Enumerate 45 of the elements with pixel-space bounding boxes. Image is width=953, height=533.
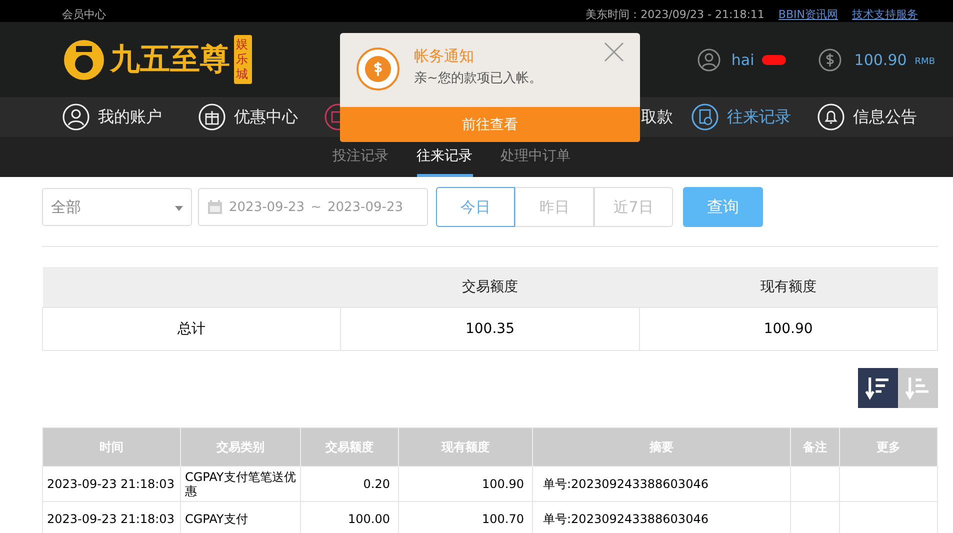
column-header: 现有额度 [639,267,938,308]
member-center-label: 会员中心 [62,8,106,22]
calendar-icon [207,199,223,215]
table-cell: 100.00 [348,512,390,526]
top-link[interactable]: BBIN资讯网 [778,8,838,22]
table-cell: 100.35 [340,308,640,350]
table-cell: CGPAY支付 [185,512,248,526]
column-header: 交易额度 [340,267,640,308]
currency-label: RMB [914,56,935,66]
username: hai [731,50,754,68]
sort-descending-button[interactable] [858,368,898,408]
dollar-icon [818,48,842,72]
table-cell: 100.70 [482,512,524,526]
table-cell: 100.90 [639,308,938,350]
user-icon [697,48,722,72]
table-cell: 单号:202309243388603046 [543,477,708,491]
nav-item[interactable]: 信息公告 [817,103,917,131]
nav-item[interactable]: 我的账户 [62,103,162,131]
type-dropdown[interactable]: 全部 [42,188,192,226]
logo-emblem-icon [62,38,106,82]
table-cell: 2023-09-23 21:18:03 [47,512,174,526]
notification-message: 亲~您的款项已入帐。 [414,70,543,87]
table-cell: 0.20 [363,477,390,491]
top-link[interactable]: 技术支持服务 [852,8,918,22]
table-cell: 100.90 [482,477,524,491]
table-cell: 单号:202309243388603046 [543,512,708,526]
gift-icon [198,103,226,131]
nav-item[interactable]: 优惠中心 [198,103,298,131]
date-range-field[interactable]: 2023-09-23 ~ 2023-09-23 [198,188,428,226]
clipboard-clock-icon [691,103,719,131]
notification-title: 帐务通知 [414,47,475,66]
nav-item[interactable]: 往来记录 [691,103,791,131]
bell-icon [817,103,845,131]
redaction-mark [762,54,786,64]
logo-text: 九五至尊 [110,41,230,79]
balance-amount: 100.90 [854,50,907,68]
range-button[interactable]: 今日 [436,187,515,227]
table-cell: 2023-09-23 21:18:03 [47,477,174,491]
table-cell: 总计 [42,308,341,350]
user-icon [62,103,90,131]
logo-badge: 娱乐城 [234,35,252,84]
time-text: 美东时间：2023/09/23 - 21:18:11 [586,8,764,22]
table-cell: CGPAY支付笔笔送优惠 [185,470,296,498]
view-button[interactable]: 前往查看 [340,107,640,142]
chat-dollar-icon [356,47,400,91]
